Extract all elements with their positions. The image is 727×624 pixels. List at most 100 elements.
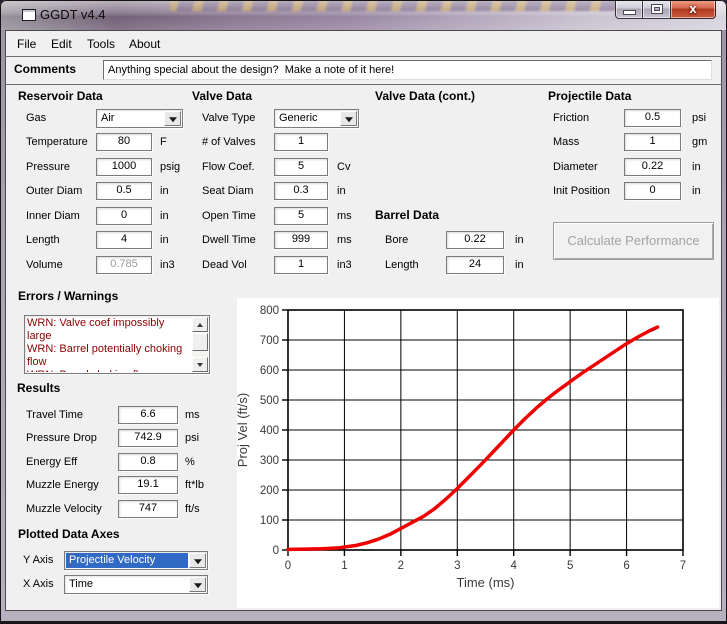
maximize-button[interactable] [643, 0, 671, 19]
bore-label: Bore [385, 234, 408, 246]
num-valves-label: # of Valves [202, 136, 256, 148]
comments-input[interactable] [103, 60, 712, 80]
temperature-row: Temperature 80 F [26, 133, 201, 152]
open-time-input[interactable]: 5 [274, 207, 328, 225]
volume-row: Volume 0.785 in3 [26, 256, 201, 275]
mass-unit: gm [692, 136, 707, 148]
warning-item[interactable]: WRN: Barrel potentially choking flow [27, 343, 190, 369]
inner-diam-label: Inner Diam [26, 210, 80, 222]
num-valves-input[interactable]: 1 [274, 133, 328, 151]
muzzle-energy-output: 19.1 [118, 476, 178, 494]
x-axis-combo-button[interactable] [189, 577, 206, 592]
scroll-up-button[interactable] [192, 317, 208, 332]
y-tick-label: 0 [273, 545, 279, 557]
pressure-input[interactable]: 1000 [96, 158, 152, 176]
dwell-time-label: Dwell Time [202, 234, 256, 246]
title-bar[interactable]: GGDT v4.4 x [0, 0, 727, 30]
diameter-unit: in [692, 161, 701, 173]
inner-diam-unit: in [160, 210, 169, 222]
valve-type-combo-button[interactable] [340, 111, 357, 126]
x-tick-label: 1 [341, 560, 347, 572]
warnings-scrollbar[interactable] [192, 317, 208, 372]
gas-combo-button[interactable] [164, 111, 181, 126]
valve-cont-header: Valve Data (cont.) [375, 89, 475, 103]
inner-diam-row: Inner Diam 0 in [26, 207, 201, 226]
seat-diam-unit: in [337, 185, 346, 197]
y-tick-label: 400 [260, 425, 279, 437]
x-tick-label: 4 [511, 560, 518, 572]
mass-input[interactable]: 1 [624, 133, 681, 151]
x-tick-label: 7 [680, 560, 686, 572]
barrel-data-header: Barrel Data [375, 208, 439, 222]
dropdown-arrow-icon [194, 559, 202, 564]
warning-item[interactable]: WRN: Valve coef impossibly large [27, 317, 190, 343]
x-axis-combo[interactable]: Time [64, 575, 208, 594]
outer-diam-row: Outer Diam 0.5 in [26, 182, 201, 201]
projectile-data-header: Projectile Data [548, 89, 631, 103]
calculate-performance-button[interactable]: Calculate Performance [553, 222, 714, 260]
reservoir-length-row: Length 4 in [26, 231, 201, 250]
reservoir-length-input[interactable]: 4 [96, 231, 152, 249]
x-tick-label: 0 [285, 560, 291, 572]
bore-input[interactable]: 0.22 [446, 231, 504, 249]
diameter-input[interactable]: 0.22 [624, 158, 681, 176]
x-axis-row: X Axis Time [23, 575, 223, 594]
scrollbar-thumb[interactable] [192, 333, 208, 351]
valve-type-combo[interactable]: Generic [274, 109, 359, 128]
volume-label: Volume [26, 259, 63, 271]
outer-diam-label: Outer Diam [26, 185, 82, 197]
velocity-chart: 012345670100200300400500600700800Time (m… [237, 298, 719, 608]
bore-unit: in [515, 234, 524, 246]
init-position-input[interactable]: 0 [624, 182, 681, 200]
outer-diam-unit: in [160, 185, 169, 197]
window-title: GGDT v4.4 [40, 7, 106, 22]
barrel-length-unit: in [515, 259, 524, 271]
flow-coef-label: Flow Coef. [202, 161, 255, 173]
valve-type-label: Valve Type [202, 112, 255, 124]
warnings-listbox[interactable]: WRN: Valve coef impossibly large WRN: Ba… [24, 315, 210, 374]
inner-diam-input[interactable]: 0 [96, 207, 152, 225]
y-axis-label: Y Axis [23, 554, 53, 566]
y-axis-combo-button[interactable] [189, 553, 206, 568]
errors-warnings-header: Errors / Warnings [18, 289, 118, 303]
comments-label: Comments [14, 62, 76, 76]
reservoir-length-label: Length [26, 234, 60, 246]
flow-coef-input[interactable]: 5 [274, 158, 328, 176]
menu-bar: File Edit Tools About [5, 30, 722, 57]
results-header: Results [17, 381, 60, 395]
minimize-button[interactable] [615, 0, 643, 19]
x-axis-label: X Axis [23, 578, 54, 590]
menu-item-about[interactable]: About [125, 35, 164, 53]
close-button[interactable]: x [671, 0, 716, 19]
gas-row: Gas Air [26, 109, 201, 128]
app-icon [22, 9, 36, 21]
velocity-curve [288, 327, 658, 549]
dwell-time-input[interactable]: 999 [274, 231, 328, 249]
friction-label: Friction [553, 112, 589, 124]
seat-diam-input[interactable]: 0.3 [274, 182, 328, 200]
friction-input[interactable]: 0.5 [624, 109, 681, 127]
temperature-input[interactable]: 80 [96, 133, 152, 151]
outer-diam-input[interactable]: 0.5 [96, 182, 152, 200]
muzzle-velocity-unit: ft/s [185, 503, 200, 515]
scroll-down-button[interactable] [192, 357, 208, 372]
init-position-unit: in [692, 185, 701, 197]
plotted-data-axes-header: Plotted Data Axes [18, 527, 120, 541]
bore-row: Bore 0.22 in [385, 231, 545, 250]
menu-item-tools[interactable]: Tools [83, 35, 119, 53]
open-time-unit: ms [337, 210, 352, 222]
dead-vol-input[interactable]: 1 [274, 256, 328, 274]
menu-item-edit[interactable]: Edit [47, 35, 76, 53]
warning-item[interactable]: WRN: Barrel choking flow [27, 369, 190, 372]
y-axis-row: Y Axis Projectile Velocity [23, 551, 223, 570]
velocity-chart-panel: 012345670100200300400500600700800Time (m… [237, 298, 719, 608]
y-axis-title: Proj Vel (ft/s) [237, 393, 250, 467]
dropdown-arrow-icon [169, 117, 177, 122]
y-tick-label: 700 [260, 335, 279, 347]
y-axis-combo[interactable]: Projectile Velocity [64, 551, 208, 570]
barrel-length-input[interactable]: 24 [446, 256, 504, 274]
valve-type-row: Valve Type Generic [202, 109, 367, 128]
menu-item-file[interactable]: File [13, 35, 40, 53]
barrel-length-row: Length 24 in [385, 256, 545, 275]
gas-combo[interactable]: Air [96, 109, 183, 128]
